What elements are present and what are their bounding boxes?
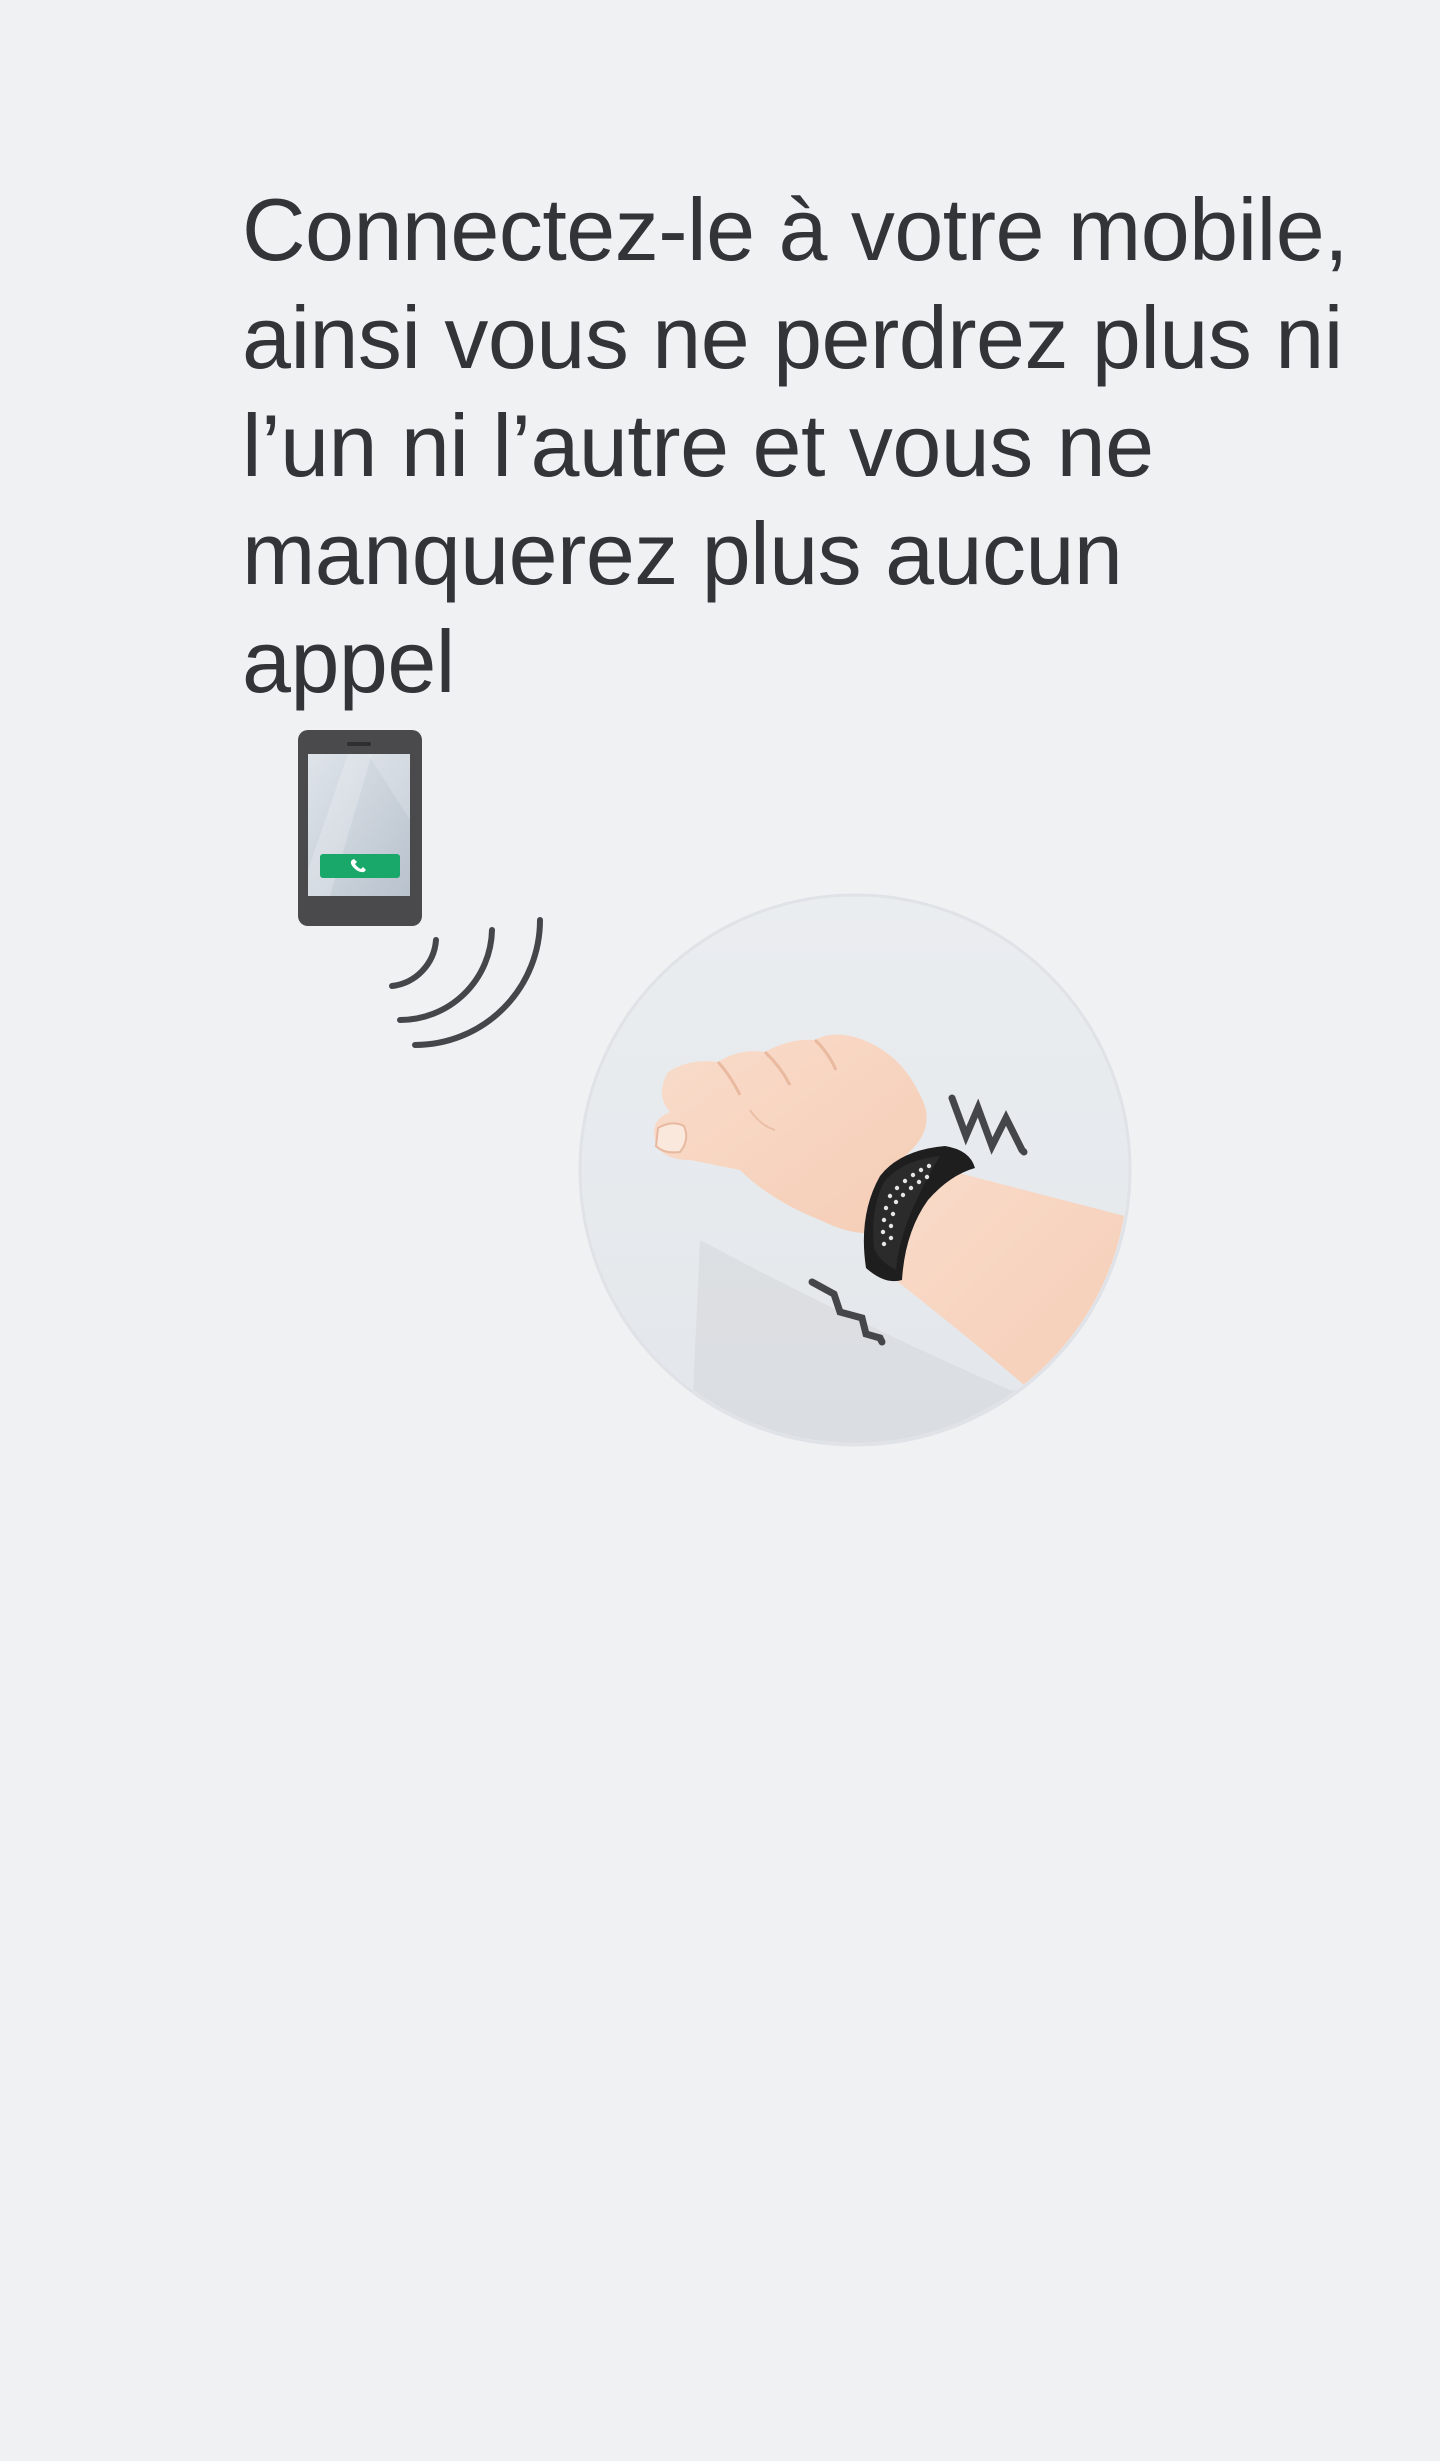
wrist-illustration	[578, 893, 1132, 1447]
call-button	[320, 854, 400, 878]
wireless-signal-icon	[389, 917, 543, 1048]
smartphone-icon	[298, 730, 422, 926]
illustration	[298, 730, 1132, 1447]
